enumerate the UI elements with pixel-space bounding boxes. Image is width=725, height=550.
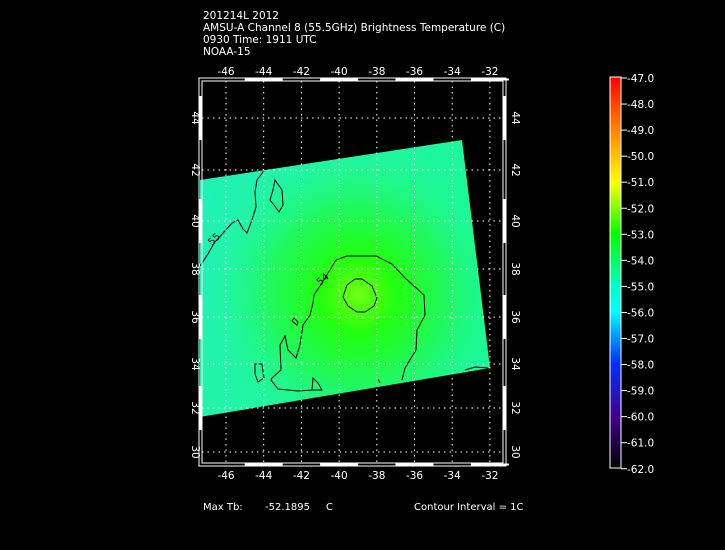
x-tick-label-bottom: -34: [444, 470, 461, 482]
y-tick-label-right: 44: [509, 111, 521, 125]
x-tick-label-bottom: -36: [406, 470, 423, 482]
colorbar-label: -60.0: [627, 412, 654, 424]
colorbar-label: -58.0: [627, 360, 654, 372]
y-tick-label-right: 40: [509, 214, 521, 227]
colorbar-label: -48.0: [627, 99, 654, 111]
x-tick-label-bottom: -42: [293, 470, 310, 482]
colorbar-label: -52.0: [627, 203, 654, 215]
y-tick-label-left: 38: [189, 262, 201, 275]
x-tick-label-bottom: -44: [255, 470, 272, 482]
y-tick-label-left: 40: [189, 214, 201, 227]
colorbar-label: -50.0: [627, 151, 654, 163]
y-tick-label-right: 30: [509, 445, 521, 458]
x-tick-label-top: -46: [217, 66, 234, 78]
max-tb-value: -52.1895: [265, 502, 310, 513]
x-tick-label-bottom: -32: [481, 470, 498, 482]
y-tick-label-right: 38: [509, 262, 521, 275]
y-tick-label-right: 42: [509, 163, 521, 176]
x-tick-label-bottom: -46: [217, 470, 234, 482]
colorbar-label: -51.0: [627, 177, 654, 189]
swath-data: [200, 140, 490, 417]
swath-warm-core: [200, 140, 490, 417]
colorbar-label: -55.0: [627, 281, 654, 293]
colorbar-label: -54.0: [627, 255, 654, 267]
y-tick-label-right: 32: [509, 401, 521, 414]
x-tick-label-top: -42: [293, 66, 310, 78]
max-tb-label: Max Tb:: [203, 502, 243, 513]
colorbar: [609, 76, 622, 469]
colorbar-label: -56.0: [627, 307, 654, 319]
y-tick-label-left: 42: [189, 163, 201, 176]
x-tick-label-top: -40: [331, 66, 348, 78]
colorbar-label: -57.0: [627, 334, 654, 346]
y-tick-label-left: 44: [189, 111, 201, 125]
colorbar-label: -47.0: [627, 73, 654, 85]
x-tick-label-top: -38: [368, 66, 385, 78]
x-tick-label-top: -36: [406, 66, 423, 78]
x-tick-label-top: -32: [481, 66, 498, 78]
x-tick-label-bottom: -40: [331, 470, 348, 482]
colorbar-label: -49.0: [627, 125, 654, 137]
y-tick-label-right: 34: [509, 357, 521, 371]
contour-interval: Contour Interval = 1C: [414, 502, 524, 513]
max-tb-unit: C: [326, 502, 333, 513]
colorbar-label: -62.0: [627, 464, 654, 476]
y-tick-label-right: 36: [509, 310, 521, 324]
brightness-temperature-map: 55 54 -46-46-44-44-42-42-40-40-38-38-36-…: [189, 66, 654, 482]
x-tick-label-top: -44: [255, 66, 272, 78]
x-tick-label-top: -34: [444, 66, 461, 78]
colorbar-label: -61.0: [627, 438, 654, 450]
colorbar-label: -53.0: [627, 229, 654, 241]
colorbar-label: -59.0: [627, 386, 654, 398]
y-tick-label-left: 30: [189, 445, 201, 458]
y-tick-label-left: 34: [189, 357, 201, 371]
x-tick-label-bottom: -38: [368, 470, 385, 482]
y-tick-label-left: 32: [189, 401, 201, 414]
y-tick-label-left: 36: [189, 310, 201, 324]
